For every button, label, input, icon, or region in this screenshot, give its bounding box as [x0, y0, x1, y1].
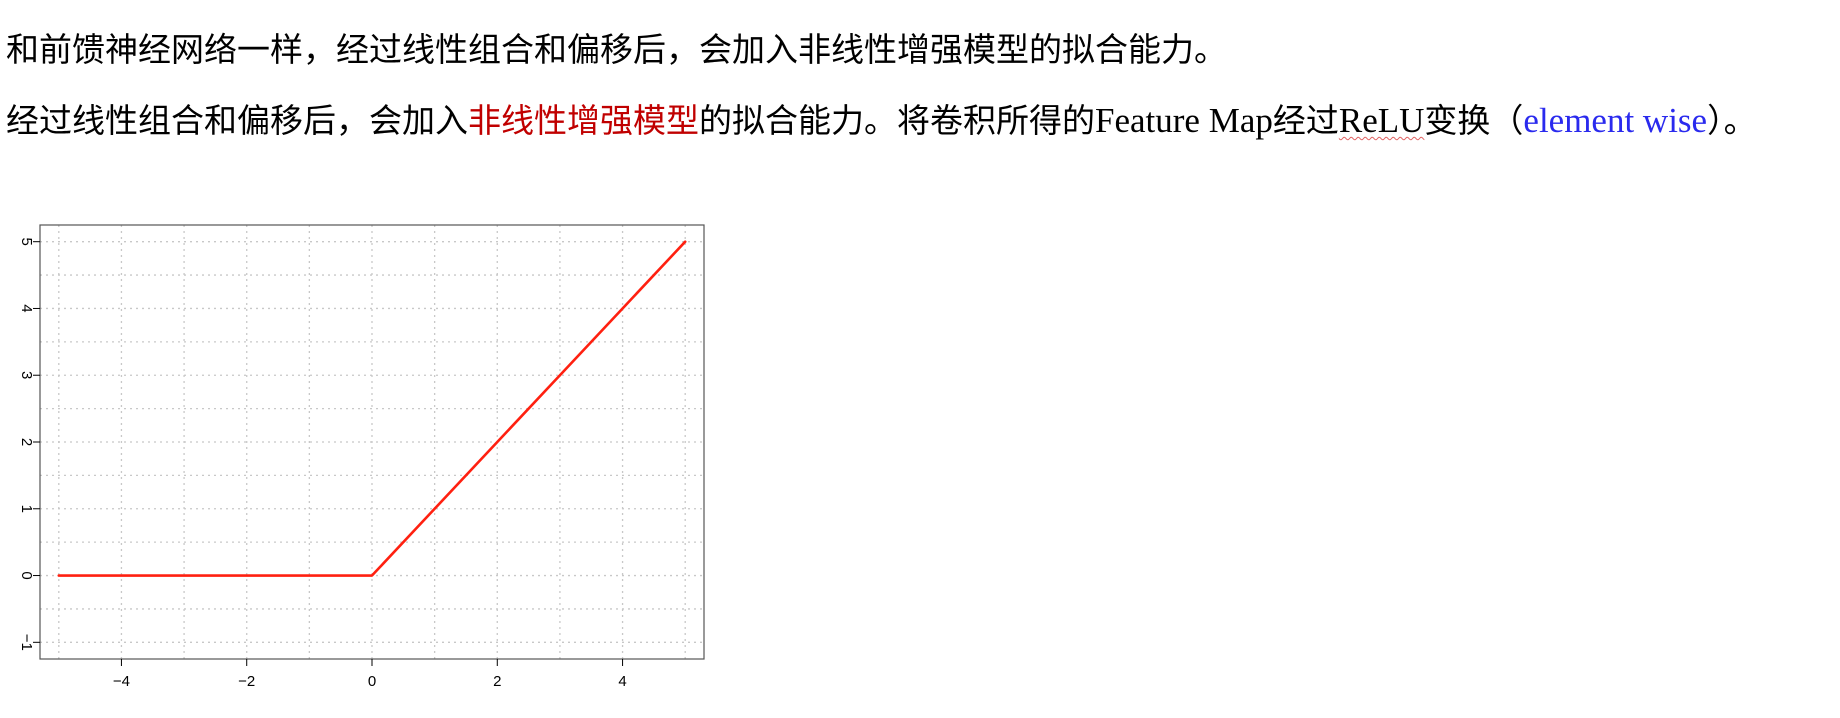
term-element-wise: element wise	[1523, 101, 1708, 140]
text-segment: ）。	[1707, 101, 1757, 140]
x-tick-label: 4	[618, 673, 626, 690]
text-segment: 变换（	[1424, 101, 1524, 140]
paragraph-relu: 经过线性组合和偏移后，会加入非线性增强模型的拟合能力。将卷积所得的Feature…	[6, 101, 1757, 141]
chart-grid	[40, 225, 704, 659]
term-relu: ReLU	[1338, 101, 1425, 140]
text-segment: 经过	[1272, 101, 1339, 140]
paragraph-intro: 和前馈神经网络一样，经过线性组合和偏移后，会加入非线性增强模型的拟合能力。	[6, 30, 1227, 69]
y-tick-label: −1	[18, 634, 35, 651]
y-tick-label: 0	[18, 571, 35, 579]
term-feature-map: Feature Map	[1095, 101, 1273, 140]
chart-axes: −4 −2 0 2 4 −1 0 1 2 3 4 5	[18, 238, 627, 690]
relu-chart: −4 −2 0 2 4 −1 0 1 2 3 4 5	[18, 224, 705, 690]
text-segment: 的拟合能力。将卷积所得的	[699, 101, 1095, 140]
highlighted-phrase: 非线性增强模型	[468, 101, 699, 140]
y-tick-label: 3	[18, 371, 35, 379]
y-tick-label: 1	[18, 505, 35, 513]
x-tick-label: 2	[493, 673, 501, 690]
x-tick-label: −4	[113, 673, 130, 690]
y-tick-label: 4	[18, 304, 35, 312]
x-tick-label: −2	[238, 673, 255, 690]
text-segment: 经过线性组合和偏移后，会加入	[6, 101, 468, 140]
y-tick-label: 2	[18, 438, 35, 446]
y-tick-label: 5	[18, 238, 35, 246]
x-tick-label: 0	[368, 673, 376, 690]
